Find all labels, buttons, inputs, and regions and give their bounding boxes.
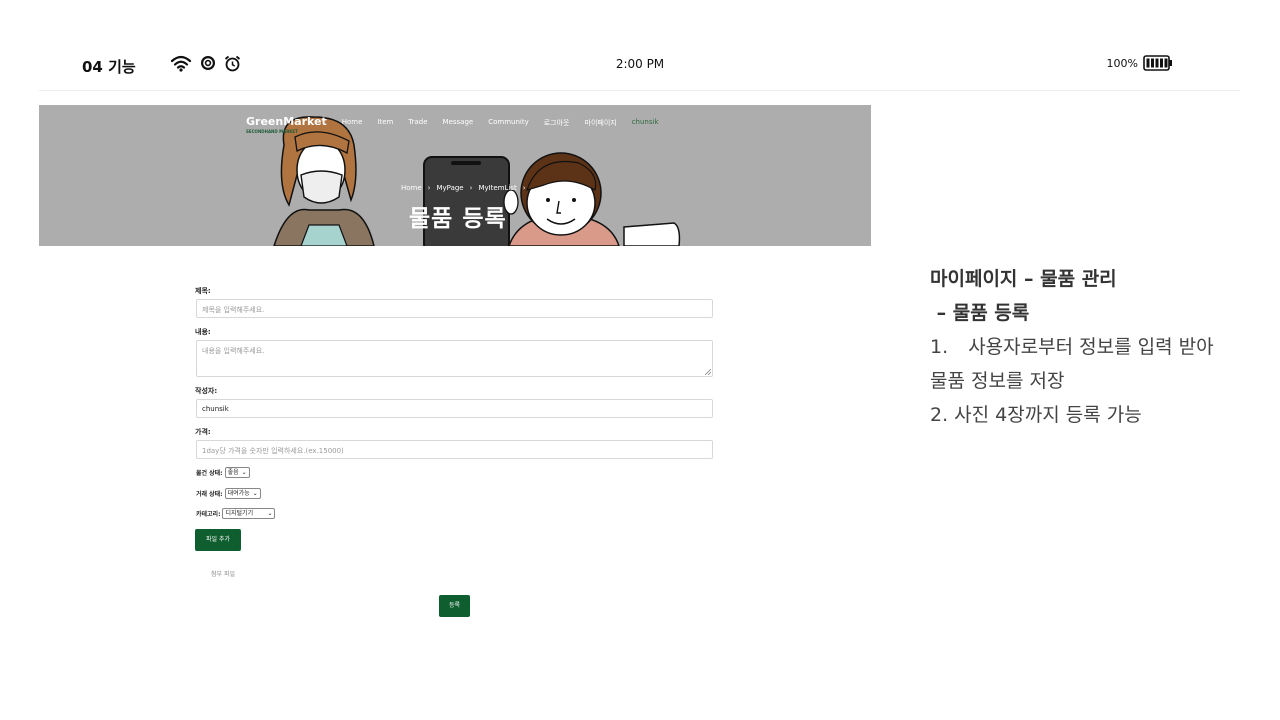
category-value: 디지털기기 [225, 510, 254, 517]
content-textarea[interactable]: 내용을 입력해주세요. [196, 340, 713, 377]
site-hero-banner: GreenMarket SECONDHAND MARKET Home Item … [39, 105, 871, 246]
category-label: 카테고리: [196, 511, 221, 518]
chevron-right-icon: › [522, 184, 526, 192]
clock-time: 2:00 PM [615, 57, 665, 71]
item-1-number: 1. [930, 336, 949, 358]
nav-home[interactable]: Home [342, 115, 363, 126]
brand-name: GreenMarket [246, 115, 327, 128]
site-nav: GreenMarket SECONDHAND MARKET Home Item … [246, 115, 659, 134]
content-label: 내용: [195, 328, 211, 336]
price-input[interactable]: 1day당 가격을 숫자만 입력하세요.(ex.15000) [196, 440, 713, 459]
wifi-icon [170, 54, 192, 72]
resize-grip-icon[interactable] [705, 369, 711, 375]
trade-row: 거래 상태: 대여가능 ⌄ [196, 488, 261, 499]
battery-icon [1143, 55, 1173, 75]
condition-select[interactable]: 좋음 ⌄ [224, 467, 250, 478]
author-input[interactable]: chunsik [196, 399, 713, 418]
description-heading: 마이페이지 – 물품 관리 [930, 268, 1117, 290]
category-row: 카테고리: 디지털기기 ⌄ [196, 508, 276, 519]
nav-item[interactable]: Item [377, 115, 393, 126]
description-item-2: 2. 사진 4장까지 등록 가능 [930, 404, 1142, 426]
status-bar: 04 기능 2:00 PM 100% [0, 0, 1280, 90]
slide-description: 마이페이지 – 물품 관리 – 물품 등록 1. 사용자로부터 정보를 입력 받… [930, 262, 1260, 432]
condition-value: 좋음 [227, 469, 239, 476]
trade-value: 대여가능 [227, 490, 250, 497]
site-logo[interactable]: GreenMarket SECONDHAND MARKET [246, 115, 327, 134]
condition-row: 물건 상태: 좋음 ⌄ [196, 467, 250, 478]
header-divider [39, 90, 1240, 91]
item-1-text: 사용자로부터 정보를 입력 받아 [968, 336, 1214, 358]
slide-label: 04 기능 [82, 58, 136, 76]
record-icon [200, 55, 216, 71]
breadcrumb: Home › MyPage › MyItemList › [401, 184, 526, 192]
category-select[interactable]: 디지털기기 ⌄ [222, 508, 276, 519]
description-subheading: – 물품 등록 [930, 302, 1030, 324]
attachment-label: 첨부 파일 [211, 571, 235, 578]
alarm-icon [224, 55, 241, 72]
title-input[interactable]: 제목을 입력해주세요. [196, 299, 713, 318]
add-file-button[interactable]: 파일 추가 [195, 529, 241, 551]
title-label: 제목: [195, 287, 211, 295]
breadcrumb-home[interactable]: Home [401, 184, 422, 192]
nav-username[interactable]: chunsik [632, 115, 659, 126]
battery-percent: 100% [1106, 57, 1138, 70]
brand-sub: SECONDHAND MARKET [246, 129, 298, 134]
trade-label: 거래 상태: [196, 491, 223, 498]
description-item-1: 1. 사용자로부터 정보를 입력 받아 [930, 330, 1260, 364]
content-placeholder: 내용을 입력해주세요. [202, 347, 265, 355]
chevron-down-icon: ⌄ [241, 469, 247, 476]
description-item-1-cont: 물품 정보를 저장 [930, 370, 1065, 392]
chevron-right-icon: › [469, 184, 473, 192]
nav-logout[interactable]: 로그아웃 [544, 115, 570, 128]
chevron-down-icon: ⌄ [252, 490, 258, 497]
chevron-right-icon: › [427, 184, 431, 192]
nav-message[interactable]: Message [443, 115, 474, 126]
nav-mypage[interactable]: 마이페이지 [585, 115, 617, 128]
author-label: 작성자: [195, 387, 218, 395]
trade-select[interactable]: 대여가능 ⌄ [224, 488, 261, 499]
breadcrumb-myitemlist[interactable]: MyItemList [478, 184, 516, 192]
nav-community[interactable]: Community [488, 115, 529, 126]
condition-label: 물건 상태: [196, 470, 223, 477]
submit-button[interactable]: 등록 [439, 595, 470, 617]
price-label: 가격: [195, 428, 211, 436]
chevron-down-icon: ⌄ [267, 510, 273, 517]
page-title: 물품 등록 [409, 206, 507, 232]
status-icons [170, 54, 241, 72]
breadcrumb-mypage[interactable]: MyPage [436, 184, 463, 192]
nav-trade[interactable]: Trade [408, 115, 427, 126]
